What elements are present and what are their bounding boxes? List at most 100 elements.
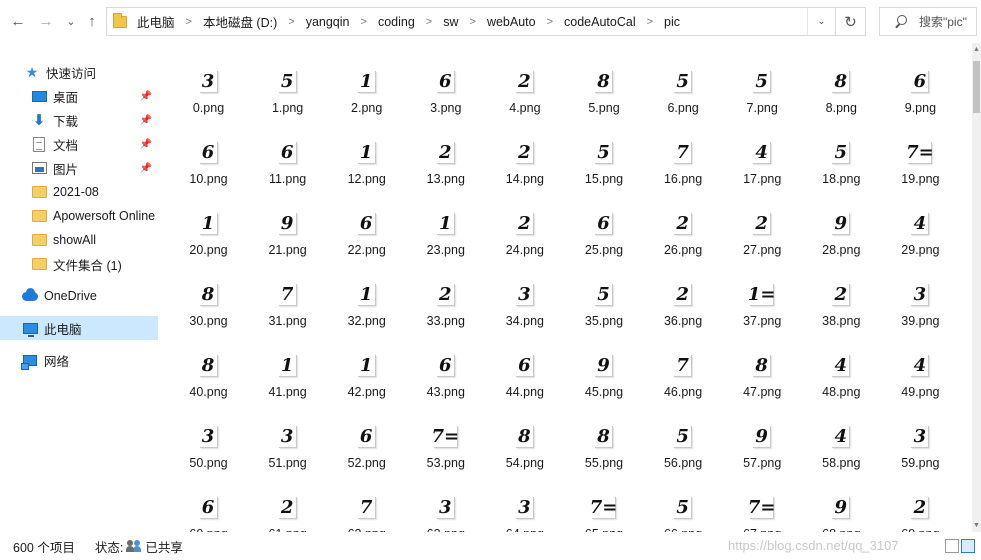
nav-item-apowersoft[interactable]: Apowersoft Online [0,204,158,228]
search-box[interactable]: 搜索"pic" [879,7,977,36]
breadcrumb-separator-icon[interactable]: > [280,16,302,28]
up-arrow-icon[interactable]: ↑ [82,10,102,32]
file-item[interactable]: 4 49.png [881,327,960,399]
file-item[interactable]: 6 11.png [248,114,327,186]
file-item[interactable]: 4 48.png [802,327,881,399]
file-item[interactable]: 2 33.png [406,256,485,328]
address-bar[interactable]: 此电脑 > 本地磁盘 (D:) > yangqin > coding > sw > webAuto >… [106,7,866,36]
nav-item-showall[interactable]: showAll [0,228,158,252]
file-item[interactable]: 363.png [406,469,485,532]
address-history-dropdown[interactable]: ⌄ [807,8,835,35]
file-item[interactable]: 8 8.png [802,43,881,115]
file-item[interactable]: 6 9.png [881,43,960,115]
breadcrumb-item[interactable]: 本地磁盘 (D:) [200,12,280,31]
file-item[interactable]: 6 22.png [327,185,406,257]
file-item[interactable]: 2 38.png [802,256,881,328]
file-item[interactable]: 1 32.png [327,256,406,328]
file-item[interactable]: 6 25.png [565,185,644,257]
file-item[interactable]: 2 24.png [485,185,564,257]
breadcrumb-item[interactable]: codeAutoCal [561,15,639,29]
forward-arrow-icon[interactable]: → [36,10,56,32]
file-item[interactable]: 1= 37.png [723,256,802,328]
chevron-down-icon[interactable]: ⌄ [61,10,81,32]
file-item[interactable]: 5 1.png [248,43,327,115]
file-item[interactable]: 9 28.png [802,185,881,257]
file-item[interactable]: 2 4.png [485,43,564,115]
breadcrumb-separator-icon[interactable]: > [639,16,661,28]
scrollbar-thumb[interactable] [973,61,980,113]
file-item[interactable]: 8 40.png [169,327,248,399]
scroll-up-icon[interactable]: ▲ [973,46,980,53]
file-item[interactable]: 364.png [485,469,564,532]
file-item[interactable]: 3 59.png [881,398,960,470]
file-item[interactable]: 3 39.png [881,256,960,328]
details-view-icon[interactable] [945,539,959,553]
file-item[interactable]: 6 52.png [327,398,406,470]
back-arrow-icon[interactable]: ← [8,10,28,32]
nav-item-pictures[interactable]: 图片 📌 [0,156,158,180]
file-item[interactable]: 3 50.png [169,398,248,470]
file-item[interactable]: 4 17.png [723,114,802,186]
breadcrumb-separator-icon[interactable]: > [178,16,200,28]
file-item[interactable]: 5 35.png [565,256,644,328]
file-item[interactable]: 8 55.png [565,398,644,470]
file-item[interactable]: 1 41.png [248,327,327,399]
file-item[interactable]: 8 54.png [485,398,564,470]
file-item[interactable]: 5 7.png [723,43,802,115]
file-item[interactable]: 6 44.png [485,327,564,399]
file-item[interactable]: 7= 53.png [406,398,485,470]
breadcrumb-item[interactable]: 此电脑 [134,12,178,31]
nav-item-desktop[interactable]: 桌面 📌 [0,84,158,108]
file-item[interactable]: 4 29.png [881,185,960,257]
file-item[interactable]: 762.png [327,469,406,532]
file-item[interactable]: 8 30.png [169,256,248,328]
file-item[interactable]: 261.png [248,469,327,532]
file-item[interactable]: 4 58.png [802,398,881,470]
search-input[interactable]: 搜索"pic" [919,13,967,30]
nav-item-onedrive[interactable]: OneDrive [0,284,158,308]
breadcrumb-item[interactable]: coding [375,15,418,29]
file-item[interactable]: 5 56.png [644,398,723,470]
file-item[interactable]: 1 12.png [327,114,406,186]
file-item[interactable]: 8 5.png [565,43,644,115]
file-item[interactable]: 1 20.png [169,185,248,257]
breadcrumb-item[interactable]: webAuto [484,15,539,29]
file-item[interactable]: 7=65.png [565,469,644,532]
file-item[interactable]: 1 42.png [327,327,406,399]
nav-item-2021-08[interactable]: 2021-08 [0,180,158,204]
file-item[interactable]: 3 0.png [169,43,248,115]
file-item[interactable]: 5 18.png [802,114,881,186]
file-item[interactable]: 1 2.png [327,43,406,115]
nav-item-downloads[interactable]: ⬇ 下载 📌 [0,108,158,132]
file-item[interactable]: 5 15.png [565,114,644,186]
file-item[interactable]: 9 45.png [565,327,644,399]
file-item[interactable]: 2 14.png [485,114,564,186]
vertical-scrollbar[interactable]: ▲ ▼ [972,43,981,532]
file-item[interactable]: 7 31.png [248,256,327,328]
nav-item-documents[interactable]: 文档 📌 [0,132,158,156]
file-item[interactable]: 6 43.png [406,327,485,399]
breadcrumb-separator-icon[interactable]: > [462,16,484,28]
file-item[interactable]: 9 57.png [723,398,802,470]
file-item[interactable]: 968.png [802,469,881,532]
file-item[interactable]: 7= 19.png [881,114,960,186]
nav-item-file-collection[interactable]: 文件集合 (1) [0,252,158,276]
file-item[interactable]: 6 3.png [406,43,485,115]
file-item[interactable]: 566.png [644,469,723,532]
file-item[interactable]: 1 23.png [406,185,485,257]
breadcrumb-item[interactable]: pic [661,15,683,29]
refresh-button[interactable]: ↻ [835,8,865,35]
file-item[interactable]: 7=67.png [723,469,802,532]
breadcrumb-item[interactable]: sw [440,15,461,29]
large-icons-view-icon[interactable] [961,539,975,553]
file-item[interactable]: 6 10.png [169,114,248,186]
file-item[interactable]: 2 27.png [723,185,802,257]
file-item[interactable]: 7 46.png [644,327,723,399]
scroll-down-icon[interactable]: ▼ [973,522,980,529]
breadcrumb-separator-icon[interactable]: > [539,16,561,28]
breadcrumb-item[interactable]: yangqin [303,15,353,29]
file-item[interactable]: 269.png [881,469,960,532]
file-item[interactable]: 3 51.png [248,398,327,470]
file-item[interactable]: 8 47.png [723,327,802,399]
file-item[interactable]: 7 16.png [644,114,723,186]
